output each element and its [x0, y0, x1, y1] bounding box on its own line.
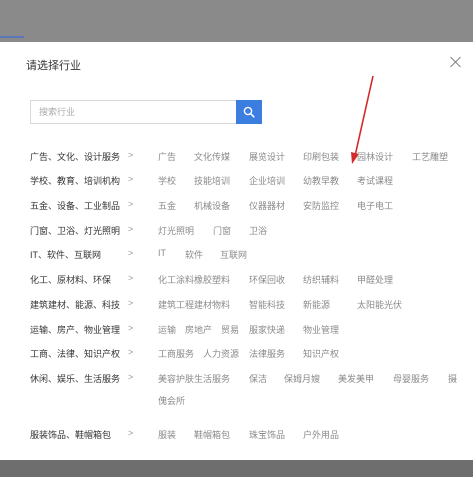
category-label[interactable]: 服装饰品、鞋帽箱包: [30, 428, 111, 441]
subcategory-item[interactable]: 门窗: [213, 224, 231, 237]
subcategory-item[interactable]: 卫浴: [249, 224, 267, 237]
subcategory-item[interactable]: 太阳能光伏: [357, 298, 402, 311]
chevron-right-icon: >: [128, 174, 134, 184]
subcategory-item[interactable]: 工艺雕塑: [412, 150, 448, 163]
subcategory-item[interactable]: 户外用品: [303, 428, 339, 441]
subcategory-item[interactable]: 新能源: [303, 298, 330, 311]
subcategory-item[interactable]: 五金: [158, 199, 176, 212]
backdrop-page-footer: [0, 460, 473, 477]
subcategory-item[interactable]: 灯光照明: [158, 224, 194, 237]
subcategory-item[interactable]: 园林设计: [357, 150, 393, 163]
subcategory-item[interactable]: 服家快递: [249, 323, 285, 336]
category-label[interactable]: 休闲、娱乐、生活服务: [30, 372, 120, 385]
chevron-right-icon: >: [128, 298, 134, 308]
backdrop-active-tab-indicator: [0, 36, 24, 38]
category-label[interactable]: IT、软件、互联网: [30, 248, 101, 261]
subcategory-item[interactable]: 机械设备: [194, 199, 230, 212]
subcategory-item[interactable]: 考试课程: [357, 174, 393, 187]
subcategory-item[interactable]: 生活服务: [194, 372, 230, 385]
chevron-right-icon: >: [128, 199, 134, 209]
subcategory-item[interactable]: 环保回收: [249, 273, 285, 286]
subcategory-item[interactable]: 建筑工程: [158, 298, 194, 311]
subcategory-item[interactable]: 美发美甲: [338, 372, 374, 385]
subcategory-item[interactable]: 甲醛处理: [357, 273, 393, 286]
subcategory-item[interactable]: 互联网: [220, 248, 247, 261]
category-label[interactable]: 运输、房产、物业管理: [30, 323, 120, 336]
subcategory-item[interactable]: 橡胶塑料: [194, 273, 230, 286]
category-label[interactable]: 门窗、卫浴、灯光照明: [30, 224, 120, 237]
subcategory-item[interactable]: 电子电工: [357, 199, 393, 212]
subcategory-item[interactable]: 展览设计: [249, 150, 285, 163]
chevron-right-icon: >: [128, 347, 134, 357]
subcategory-item[interactable]: 物业管理: [303, 323, 339, 336]
subcategory-item[interactable]: 保姆月嫂: [284, 372, 320, 385]
subcategory-item[interactable]: 贸易: [221, 323, 239, 336]
subcategory-item[interactable]: 软件: [185, 248, 203, 261]
subcategory-item[interactable]: 安防监控: [303, 199, 339, 212]
subcategory-item[interactable]: 幼教早教: [303, 174, 339, 187]
subcategory-item[interactable]: 印刷包装: [303, 150, 339, 163]
subcategory-item[interactable]: 摄: [448, 372, 457, 385]
subcategory-item[interactable]: 珠宝饰品: [249, 428, 285, 441]
subcategory-item[interactable]: 技能培训: [194, 174, 230, 187]
subcategory-item[interactable]: 母婴服务: [393, 372, 429, 385]
industry-search-bar: [30, 100, 262, 124]
subcategory-item[interactable]: 鞋帽箱包: [194, 428, 230, 441]
subcategory-item[interactable]: 美容护肤: [158, 372, 194, 385]
chevron-right-icon: >: [128, 372, 134, 382]
subcategory-item[interactable]: 傀会所: [158, 394, 185, 407]
search-button[interactable]: [236, 100, 262, 124]
category-label[interactable]: 五金、设备、工业制品: [30, 199, 120, 212]
category-label[interactable]: 工商、法律、知识产权: [30, 347, 120, 360]
industry-select-dialog: 请选择行业 广告、文化、设计服务 > 广告 文化传媒 展览设计 印刷包装 园林设计 工艺雕塑学…: [0, 42, 473, 460]
dialog-title: 请选择行业: [26, 60, 81, 72]
close-icon[interactable]: [449, 55, 463, 69]
chevron-right-icon: >: [128, 224, 134, 234]
subcategory-item[interactable]: 仪器器材: [249, 199, 285, 212]
category-label[interactable]: 广告、文化、设计服务: [30, 150, 120, 163]
subcategory-item[interactable]: 智能科技: [249, 298, 285, 311]
subcategory-item[interactable]: 运输: [158, 323, 176, 336]
subcategory-item[interactable]: 纺织辅料: [303, 273, 339, 286]
subcategory-item[interactable]: 服装: [158, 428, 176, 441]
category-label[interactable]: 建筑建材、能源、科技: [30, 298, 120, 311]
subcategory-item[interactable]: 化工涂料: [158, 273, 194, 286]
subcategory-item[interactable]: 知识产权: [303, 347, 339, 360]
subcategory-item[interactable]: 文化传媒: [194, 150, 230, 163]
chevron-right-icon: >: [128, 248, 134, 258]
backdrop-page-header: [0, 0, 473, 42]
subcategory-item[interactable]: 保洁: [249, 372, 267, 385]
subcategory-item[interactable]: 人力资源: [203, 347, 239, 360]
subcategory-item[interactable]: 工商服务: [158, 347, 194, 360]
category-label[interactable]: 化工、原材料、环保: [30, 273, 111, 286]
search-icon: [243, 106, 255, 118]
chevron-right-icon: >: [128, 150, 134, 160]
chevron-right-icon: >: [128, 273, 134, 283]
chevron-right-icon: >: [128, 428, 134, 438]
industry-search-input[interactable]: [30, 100, 236, 124]
subcategory-item[interactable]: 企业培训: [249, 174, 285, 187]
subcategory-item[interactable]: 建材物料: [194, 298, 230, 311]
subcategory-item[interactable]: IT: [158, 248, 166, 258]
subcategory-item[interactable]: 学校: [158, 174, 176, 187]
chevron-right-icon: >: [128, 323, 134, 333]
category-label[interactable]: 学校、教育、培训机构: [30, 174, 120, 187]
subcategory-item[interactable]: 法律服务: [249, 347, 285, 360]
subcategory-item[interactable]: 广告: [158, 150, 176, 163]
subcategory-item[interactable]: 房地产: [185, 323, 212, 336]
